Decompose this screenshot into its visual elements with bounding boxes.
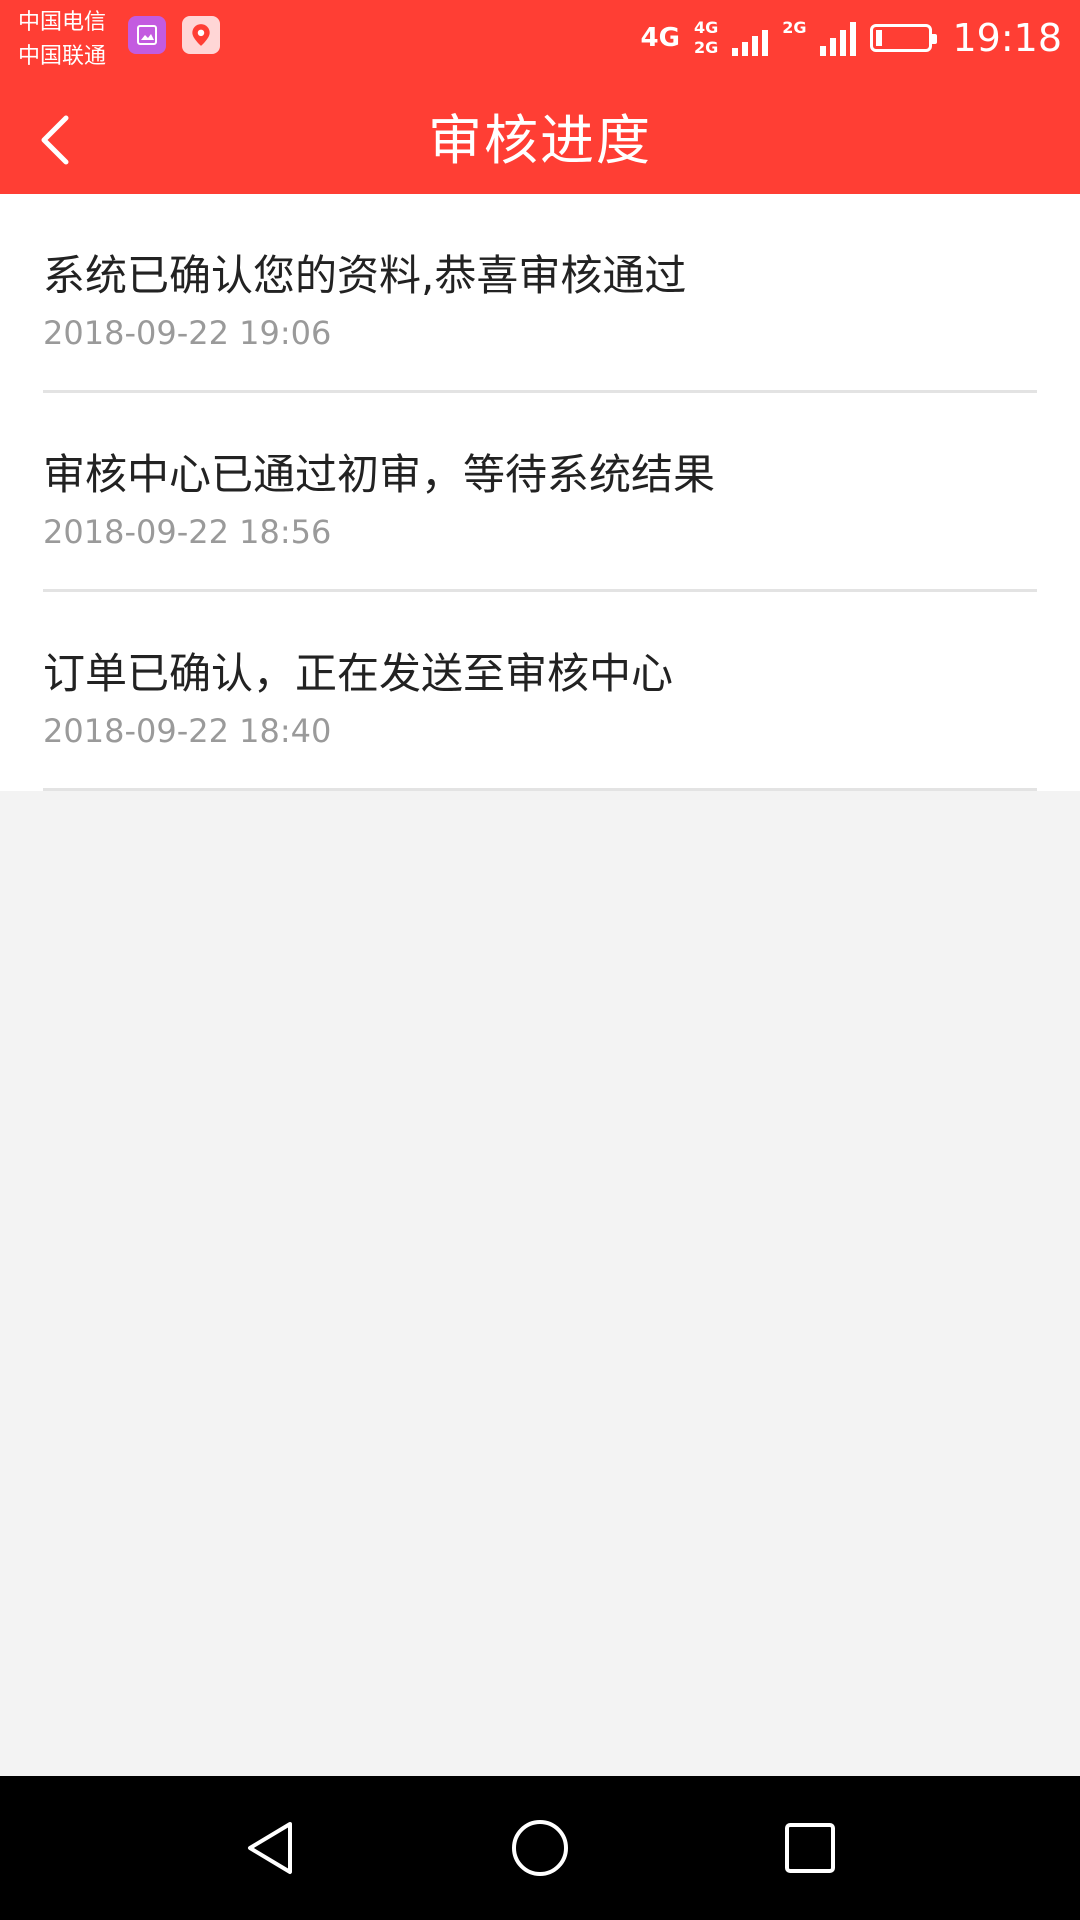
- progress-item-title: 系统已确认您的资料,恭喜审核通过: [43, 251, 687, 300]
- progress-item-time: 2018-09-22 18:56: [43, 513, 332, 551]
- app-root: 中国电信 中国联通 4G 4G 2G 2G 19:18 审核进度 系统已确认您的…: [0, 0, 1080, 1920]
- carrier-1: 中国电信: [18, 10, 107, 35]
- progress-item-time: 2018-09-22 18:40: [43, 712, 332, 750]
- system-navigation-bar: [0, 1776, 1080, 1920]
- signal-bar: [840, 30, 847, 56]
- progress-list: 系统已确认您的资料,恭喜审核通过 2018-09-22 19:06 审核中心已通…: [0, 194, 1080, 791]
- triangle-back-icon: [248, 1822, 292, 1874]
- signal-bar: [762, 30, 769, 56]
- progress-item-title: 订单已确认，正在发送至审核中心: [43, 649, 674, 698]
- app-header: 审核进度: [0, 88, 1080, 194]
- network-type-secondary-bottom: 2G: [693, 38, 719, 57]
- network-type-secondary-top: 4G: [693, 18, 719, 37]
- carrier-labels: 中国电信 中国联通: [18, 6, 138, 74]
- carrier-2: 中国联通: [18, 44, 107, 69]
- map-notification-icon: [182, 16, 220, 54]
- nav-back-button[interactable]: [230, 1808, 310, 1888]
- page-title: 审核进度: [428, 109, 652, 172]
- signal-bar: [752, 36, 759, 56]
- signal-bar: [830, 38, 837, 56]
- progress-item: 系统已确认您的资料,恭喜审核通过 2018-09-22 19:06: [43, 194, 1037, 393]
- status-bar: 中国电信 中国联通 4G 4G 2G 2G 19:18: [0, 0, 1080, 88]
- notification-icons: [128, 16, 220, 54]
- signal-bar: [732, 48, 739, 56]
- circle-home-icon: [512, 1820, 568, 1876]
- image-icon: [137, 25, 157, 45]
- battery-level: [876, 30, 883, 46]
- status-indicators: 4G 4G 2G 2G 19:18: [641, 8, 1062, 68]
- network-type-primary: 4G: [640, 23, 680, 53]
- nav-home-button[interactable]: [500, 1808, 580, 1888]
- network-type-tertiary: 2G: [782, 18, 806, 58]
- status-time: 19:18: [952, 16, 1062, 60]
- signal-bar: [820, 46, 827, 56]
- battery-icon: [870, 24, 938, 52]
- progress-item: 订单已确认，正在发送至审核中心 2018-09-22 18:40: [43, 592, 1037, 791]
- progress-item-title: 审核中心已通过初审，等待系统结果: [43, 450, 716, 499]
- chevron-left-icon: [41, 115, 69, 165]
- signal-bar: [742, 42, 749, 56]
- square-recents-icon: [785, 1823, 835, 1873]
- signal-strength-icon: [732, 20, 769, 56]
- back-button[interactable]: [30, 110, 90, 170]
- signal-bar: [850, 22, 857, 56]
- gallery-notification-icon: [128, 16, 166, 54]
- progress-item: 审核中心已通过初审，等待系统结果 2018-09-22 18:56: [43, 393, 1037, 592]
- network-type-tertiary-label: 2G: [782, 18, 807, 37]
- nav-recents-button[interactable]: [770, 1808, 850, 1888]
- map-pin-icon: [192, 24, 210, 46]
- signal-strength-icon-2: [820, 20, 857, 56]
- progress-item-time: 2018-09-22 19:06: [43, 314, 332, 352]
- network-type-secondary: 4G 2G: [694, 18, 718, 58]
